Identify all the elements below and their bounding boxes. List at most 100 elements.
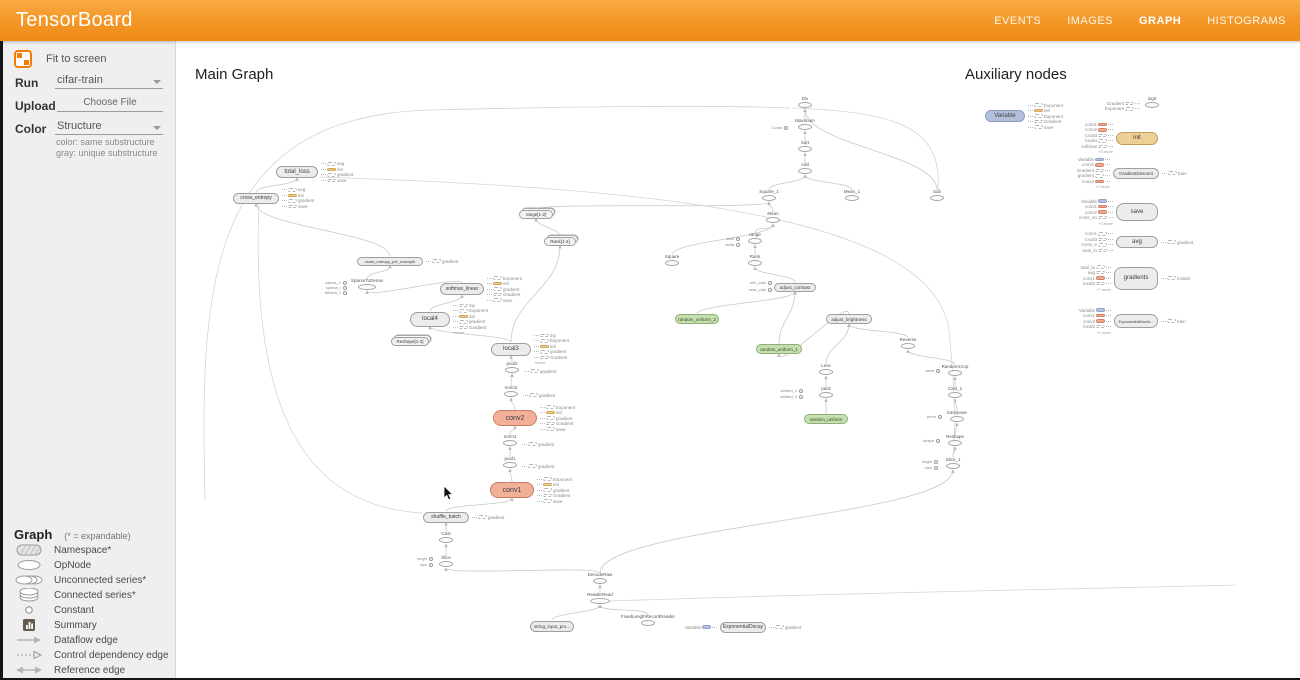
graph-node-Add[interactable]: Add <box>775 162 835 174</box>
satellite-node[interactable]: +3 more <box>1067 220 1113 226</box>
graph-node-local3[interactable]: local3 <box>491 343 531 356</box>
graph-node-init[interactable]: init <box>1116 132 1158 145</box>
satellite-node[interactable]: train <box>1162 170 1187 176</box>
graph-node-Div[interactable]: Div <box>775 96 835 108</box>
satellite-node[interactable]: +3 more <box>1067 149 1113 155</box>
graph-node-Rank[interactable]: Rank <box>725 254 785 266</box>
graph-node-Sqrt[interactable]: Sqrt <box>775 140 835 152</box>
fit-to-screen-icon[interactable] <box>14 50 32 68</box>
graph-node-DecodeRaw[interactable]: DecodeRaw <box>570 572 630 584</box>
satellite-node[interactable]: gradient <box>426 258 458 264</box>
graph-const-shape[interactable]: shape <box>900 438 940 443</box>
graph-const-strided_1[interactable]: strided_1 <box>763 388 803 393</box>
graph-const-strided_2[interactable]: strided_2 <box>763 394 803 399</box>
graph-node-random_uniform_1[interactable]: random_uniform_1 <box>756 344 802 354</box>
graph-node-total_loss[interactable]: total_loss <box>276 166 318 178</box>
graph-node-softmax_linear[interactable]: softmax_linear <box>440 283 484 295</box>
graph-node-Reshape13[interactable]: Reshape[1-3] <box>391 337 429 346</box>
satellite-node[interactable]: gradient <box>472 514 504 520</box>
graph-const-perm[interactable]: perm <box>902 414 942 419</box>
graph-node-pack[interactable]: pack <box>796 386 856 398</box>
graph-canvas: total_lossavginitgradientsavecross_entro… <box>0 0 1300 680</box>
graph-node-random_uniform_2[interactable]: random_uniform_2 <box>675 314 719 324</box>
satellite-node[interactable]: save <box>1028 124 1063 130</box>
graph-const-min_valu[interactable]: min_valu <box>732 280 772 285</box>
satellite-group: train <box>1162 170 1187 176</box>
graph-node-Mean_1[interactable]: Mean_1 <box>822 189 882 201</box>
opnode-icon <box>14 559 44 571</box>
satellite-node[interactable]: gradient <box>522 441 554 447</box>
graph-node-conv2[interactable]: conv2 <box>493 410 537 426</box>
run-select[interactable]: cifar-train <box>55 74 163 89</box>
legend-item-label: Control dependency edge <box>54 650 169 661</box>
satellite-node[interactable]: total_lo <box>1067 248 1113 254</box>
satellite-node[interactable]: +7 more <box>1065 286 1111 292</box>
graph-const-max_valu[interactable]: max_valu <box>732 287 772 292</box>
graph-node-Sub[interactable]: Sub <box>907 189 967 201</box>
satellite-node[interactable]: +1 more <box>1065 329 1111 335</box>
graph-node-range12[interactable]: range[1-2] <box>519 210 553 219</box>
main-graph-title: Main Graph <box>195 66 273 83</box>
satellite-node[interactable]: Exponent <box>1094 106 1140 112</box>
graph-node-Less[interactable]: Less <box>796 363 856 375</box>
nav-tab-events[interactable]: EVENTS <box>994 15 1041 27</box>
graph-node-cepe[interactable]: cross_entropy_per_example <box>357 257 423 266</box>
legend-item-label: Summary <box>54 620 97 631</box>
graph-node-adjust_contrast[interactable]: adjust_contrast <box>774 283 816 292</box>
satellite-node[interactable]: save <box>487 297 522 303</box>
graph-const-Const[interactable]: Const <box>748 125 788 130</box>
graph-node-random_uniform[interactable]: random_uniform <box>804 414 848 424</box>
graph-const-default_v[interactable]: default_v <box>307 290 347 295</box>
graph-node-Variable[interactable]: Variable <box>985 110 1025 122</box>
legend-item-label: OpNode <box>54 560 91 571</box>
graph-node-Cast[interactable]: Cast <box>416 531 476 543</box>
graph-node-avg[interactable]: avg <box>1116 236 1158 248</box>
satellite-node[interactable]: +2 more <box>1064 184 1110 190</box>
satellite-node[interactable]: save <box>321 178 353 184</box>
graph-node-cross_entropy[interactable]: cross_entropy <box>233 193 279 204</box>
color-select[interactable]: Structure <box>55 120 163 135</box>
graph-node-string_input[interactable]: string_input_pro... <box>530 621 574 632</box>
choose-file-button[interactable]: Choose File <box>57 97 163 112</box>
graph-node-local4[interactable]: local4 <box>410 312 450 327</box>
graph-node-Rank12[interactable]: Rank[1-2] <box>544 237 576 246</box>
graph-const-delta[interactable]: delta <box>700 242 740 247</box>
satellite-group: gradient <box>426 258 458 264</box>
satellite-node[interactable]: gradient <box>522 463 554 469</box>
graph-const-start[interactable]: start <box>700 236 740 241</box>
satellite-node[interactable]: save <box>282 204 314 210</box>
satellite-node[interactable]: gradient <box>524 368 556 374</box>
graph-const-size[interactable]: size <box>898 465 938 470</box>
graph-node-ReaderRead[interactable]: ReaderRead <box>570 592 630 604</box>
graph-const-begin[interactable]: begin <box>393 556 433 561</box>
graph-node-Square[interactable]: Square <box>642 254 702 266</box>
satellite-node[interactable]: save <box>537 498 572 504</box>
graph-const-seed[interactable]: seed <box>900 368 940 373</box>
graph-const-size[interactable]: size <box>393 562 433 567</box>
satellite-node[interactable]: instant <box>1161 275 1190 281</box>
satellite-node[interactable]: +more <box>453 330 488 336</box>
graph-node-shuffle_batch[interactable]: shuffle_batch <box>423 512 469 523</box>
satellite-node[interactable]: gradient <box>769 624 801 630</box>
nav-tab-images[interactable]: IMAGES <box>1067 15 1113 27</box>
graph-node-Cast_1[interactable]: Cast_1 <box>925 386 985 398</box>
graph-node-Mean[interactable]: Mean <box>743 211 803 223</box>
graph-node-Square_1[interactable]: Square_1 <box>739 189 799 201</box>
graph-node-conv1[interactable]: conv1 <box>490 482 534 498</box>
satellite-node[interactable]: train <box>1161 318 1186 324</box>
graph-node-ExpMovin[interactable]: ExponentialMovin... <box>1114 314 1158 328</box>
satellite-node[interactable]: gradient <box>523 392 555 398</box>
graph-node-FixedLengthRecordReader[interactable]: FixedLengthRecordReader <box>618 614 678 626</box>
graph-node-GradientDescent[interactable]: GradientDescent <box>1113 168 1159 179</box>
nav-tab-histograms[interactable]: HISTOGRAMS <box>1207 15 1286 27</box>
nav-tab-graph[interactable]: GRAPH <box>1139 15 1181 27</box>
graph-node-Reverse[interactable]: Reverse <box>878 337 938 349</box>
satellite-group: Variableconv1conv2local3+1 more <box>1065 307 1111 335</box>
graph-node-ExponentialDecay[interactable]: ExponentialDecay <box>720 622 766 633</box>
satellite-node[interactable]: gradient <box>1161 239 1193 245</box>
satellite-node[interactable]: save <box>540 426 575 432</box>
graph-node-gradients[interactable]: gradients <box>1114 267 1158 290</box>
graph-const-begin[interactable]: begin <box>898 459 938 464</box>
graph-node-save[interactable]: save <box>1116 203 1158 221</box>
graph-node-adjust_brightness[interactable]: adjust_brightness <box>826 314 872 324</box>
